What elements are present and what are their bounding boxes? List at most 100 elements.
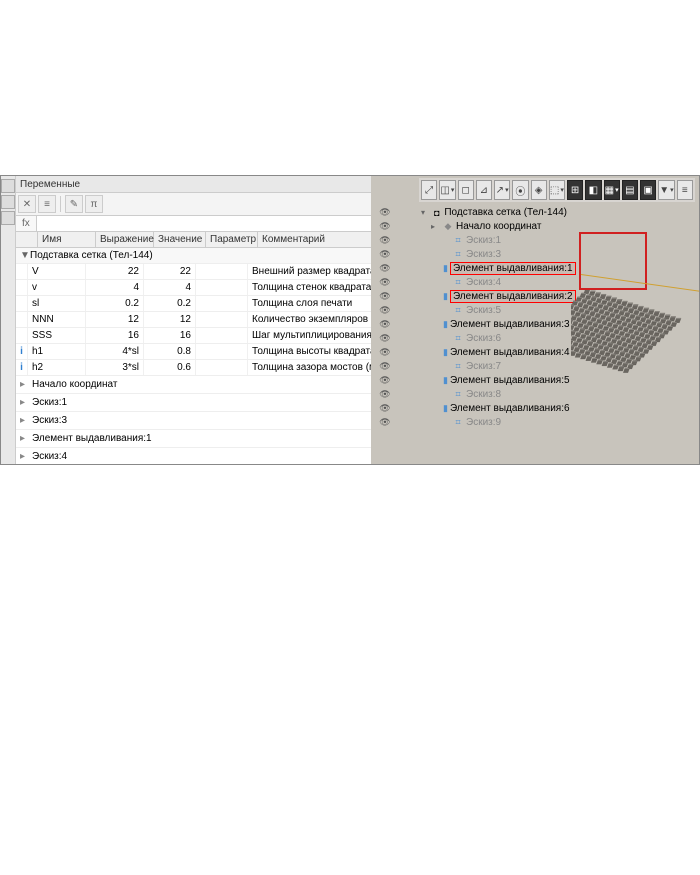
tree-node[interactable]: ⌗Эскиз:6 — [421, 332, 567, 345]
info-icon — [16, 296, 28, 311]
tree-node[interactable]: ▮Элемент выдавливания:6 — [421, 402, 567, 415]
tree-origin-node[interactable]: ▸ ◆ Начало координат — [421, 220, 567, 233]
sketch-icon: ⌗ — [452, 235, 464, 246]
info-icon — [16, 264, 28, 279]
col-expr[interactable]: Выражение — [96, 232, 154, 247]
var-name: sl — [28, 296, 86, 311]
section-label: Эскиз:4 — [32, 451, 67, 462]
expand-icon: ▸ — [20, 379, 32, 390]
var-name: SSS — [28, 328, 86, 343]
view-button[interactable]: ◫▾ — [439, 180, 455, 200]
view-button[interactable]: ⤢ — [421, 180, 437, 200]
view-button[interactable]: ▤ — [622, 180, 638, 200]
tab-icon[interactable] — [1, 211, 15, 225]
tree-node[interactable]: ⌗Эскиз:9 — [421, 416, 567, 429]
tree-node[interactable]: ▮Элемент выдавливания:5 — [421, 374, 567, 387]
tree-node[interactable]: ⌗Эскиз:1 — [421, 234, 567, 247]
view-button[interactable]: ◻ — [458, 180, 474, 200]
var-expr: 0.2 — [86, 296, 144, 311]
3d-viewport[interactable] — [571, 202, 699, 464]
var-value: 0.2 — [144, 296, 196, 311]
tree-root-node[interactable]: ▾ ◘ Подставка сетка (Тел-144) — [421, 206, 567, 219]
visibility-toggle[interactable]: 👁 — [378, 416, 392, 429]
visibility-toggle[interactable]: 👁 — [378, 318, 392, 331]
tab-icon[interactable] — [1, 195, 15, 209]
section-label: Начало координат — [32, 379, 117, 390]
tree-node[interactable]: ▮Элемент выдавливания:1 — [421, 262, 567, 275]
tree-node[interactable]: ⌗Эскиз:5 — [421, 304, 567, 317]
visibility-toggle[interactable]: 👁 — [378, 360, 392, 373]
aux-column — [399, 176, 419, 464]
view-button[interactable]: ≡ — [677, 180, 693, 200]
visibility-toggle[interactable]: 👁 — [378, 234, 392, 247]
section-label: Эскиз:3 — [32, 415, 67, 426]
sketch-icon: ⌗ — [452, 277, 464, 288]
sketch-icon: ⌗ — [452, 333, 464, 344]
var-expr: 3*sl — [86, 360, 144, 375]
var-expr: 12 — [86, 312, 144, 327]
visibility-toggle[interactable]: 👁 — [378, 388, 392, 401]
visibility-toggle[interactable]: 👁 — [378, 248, 392, 261]
tool-button[interactable]: ≡ — [38, 195, 56, 213]
sketch-icon: ⌗ — [452, 389, 464, 400]
var-value: 4 — [144, 280, 196, 295]
expand-icon: ▸ — [20, 397, 32, 408]
view-button[interactable]: ◧ — [585, 180, 601, 200]
variables-panel: Переменные ✕ ✕ ≡ ✎ π fx Имя Выражение Зн… — [1, 176, 371, 464]
view-button[interactable]: ⬚▾ — [549, 180, 565, 200]
expand-icon: ▾ — [421, 208, 429, 217]
tab-icon[interactable] — [1, 179, 15, 193]
tree-node[interactable]: ⌗Эскиз:4 — [421, 276, 567, 289]
info-icon — [16, 312, 28, 327]
visibility-toggle[interactable]: 👁 — [378, 290, 392, 303]
tree-label: Начало координат — [456, 221, 541, 232]
tree-label: Эскиз:7 — [466, 361, 501, 372]
sketch-icon: ⌗ — [452, 361, 464, 372]
tool-button[interactable]: ✎ — [65, 195, 83, 213]
view-button[interactable]: ⦿ — [512, 180, 528, 200]
tree-node[interactable]: ▮Элемент выдавливания:3 — [421, 318, 567, 331]
visibility-toggle[interactable]: 👁 — [378, 332, 392, 345]
col-param[interactable]: Параметр — [206, 232, 258, 247]
visibility-toggle[interactable]: 👁 — [378, 402, 392, 415]
col-value[interactable]: Значение — [154, 232, 206, 247]
tree-label: Элемент выдавливания:4 — [450, 347, 570, 358]
tree-label: Эскиз:5 — [466, 305, 501, 316]
expand-icon: ▸ — [431, 222, 440, 231]
visibility-toggle[interactable]: 👁 — [378, 304, 392, 317]
view-button[interactable]: ⊞ — [567, 180, 583, 200]
view-button[interactable]: ↗▾ — [494, 180, 510, 200]
tree-label: Элемент выдавливания:6 — [450, 403, 570, 414]
col-name[interactable]: Имя — [38, 232, 96, 247]
part-icon: ◘ — [431, 207, 442, 218]
tree-label: Элемент выдавливания:2 — [450, 291, 576, 302]
sketch-icon: ⌗ — [452, 417, 464, 428]
view-button[interactable]: ▦▾ — [604, 180, 620, 200]
extrude-icon: ▮ — [443, 319, 448, 330]
view-button[interactable]: ▣ — [640, 180, 656, 200]
var-expr: 22 — [86, 264, 144, 279]
visibility-toggle[interactable]: 👁 — [378, 206, 392, 219]
tree-label: Эскиз:6 — [466, 333, 501, 344]
visibility-toggle[interactable]: 👁 — [378, 276, 392, 289]
tree-node[interactable]: ⌗Эскиз:8 — [421, 388, 567, 401]
tree-node[interactable]: ⌗Эскиз:3 — [421, 248, 567, 261]
tree-label: Элемент выдавливания:1 — [450, 263, 576, 274]
visibility-toggle[interactable]: 👁 — [378, 374, 392, 387]
info-icon — [16, 280, 28, 295]
tree-node[interactable]: ▮Элемент выдавливания:4 — [421, 346, 567, 359]
tree-node[interactable]: ⌗Эскиз:7 — [421, 360, 567, 373]
view-button[interactable]: ▼▾ — [658, 180, 674, 200]
info-icon: i — [16, 360, 28, 375]
tool-button[interactable]: ✕ — [18, 195, 36, 213]
tool-button[interactable]: π — [85, 195, 103, 213]
visibility-toggle[interactable]: 👁 — [378, 346, 392, 359]
visibility-toggle[interactable]: 👁 — [378, 220, 392, 233]
tree-node[interactable]: ▮Элемент выдавливания:2 — [421, 290, 567, 303]
var-param — [196, 344, 248, 359]
view-button[interactable]: ◈ — [531, 180, 547, 200]
tree-label: Эскиз:8 — [466, 389, 501, 400]
visibility-toggle[interactable]: 👁 — [378, 262, 392, 275]
view-button[interactable]: ⊿ — [476, 180, 492, 200]
var-value: 22 — [144, 264, 196, 279]
